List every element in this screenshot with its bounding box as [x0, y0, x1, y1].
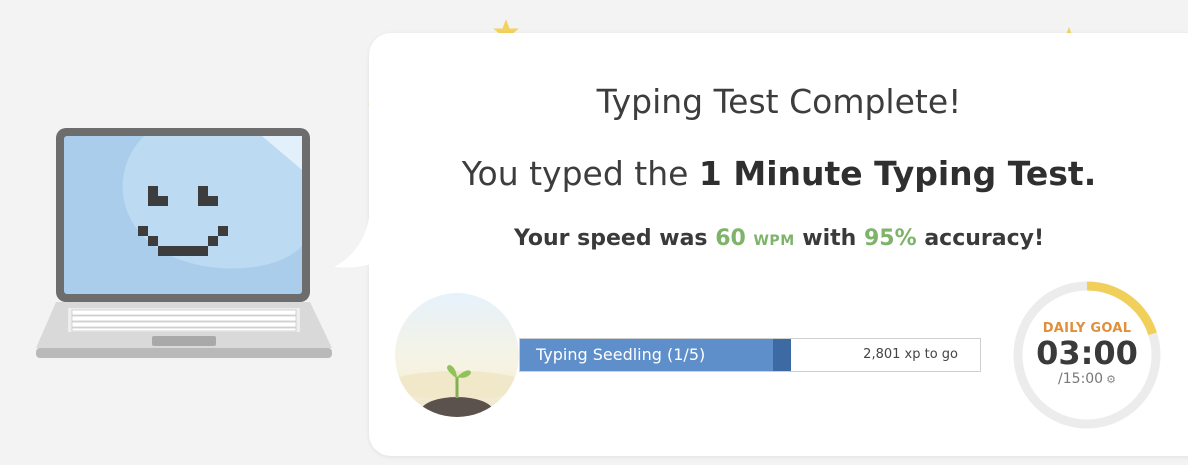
xp-to-go: 2,801 xp to go [863, 347, 958, 362]
page-title: Typing Test Complete! [596, 82, 962, 121]
test-summary-prefix: You typed the [461, 154, 699, 193]
speed-prefix: Your speed was [513, 226, 716, 251]
wpm-value: 60 [715, 226, 746, 251]
daily-goal-total-value: /15:00 [1058, 371, 1104, 387]
typing-test-results: Typing Test Complete! You typed the 1 Mi… [0, 0, 1188, 465]
daily-goal-time: 03:00 [1036, 334, 1138, 372]
daily-goal-total: /15:00 ⚙ [1012, 371, 1162, 387]
seedling-badge [395, 293, 519, 417]
speed-suffix: accuracy! [916, 226, 1045, 251]
level-progress-fill-edge [773, 339, 792, 371]
smiling-laptop-illustration [36, 128, 332, 358]
gear-icon[interactable]: ⚙ [1106, 373, 1116, 386]
speed-mid: with [794, 226, 864, 251]
level-progress-bar: Typing Seedling (1/5) 2,801 xp to go [519, 338, 981, 372]
wpm-unit: WPM [753, 233, 795, 249]
accuracy-value: 95% [864, 226, 917, 251]
test-name: 1 Minute Typing Test. [698, 154, 1097, 193]
level-label: Typing Seedling (1/5) [536, 345, 706, 364]
speed-summary: Your speed was 60 WPM with 95% accuracy! [369, 226, 1188, 251]
test-summary: You typed the 1 Minute Typing Test. [369, 154, 1188, 193]
